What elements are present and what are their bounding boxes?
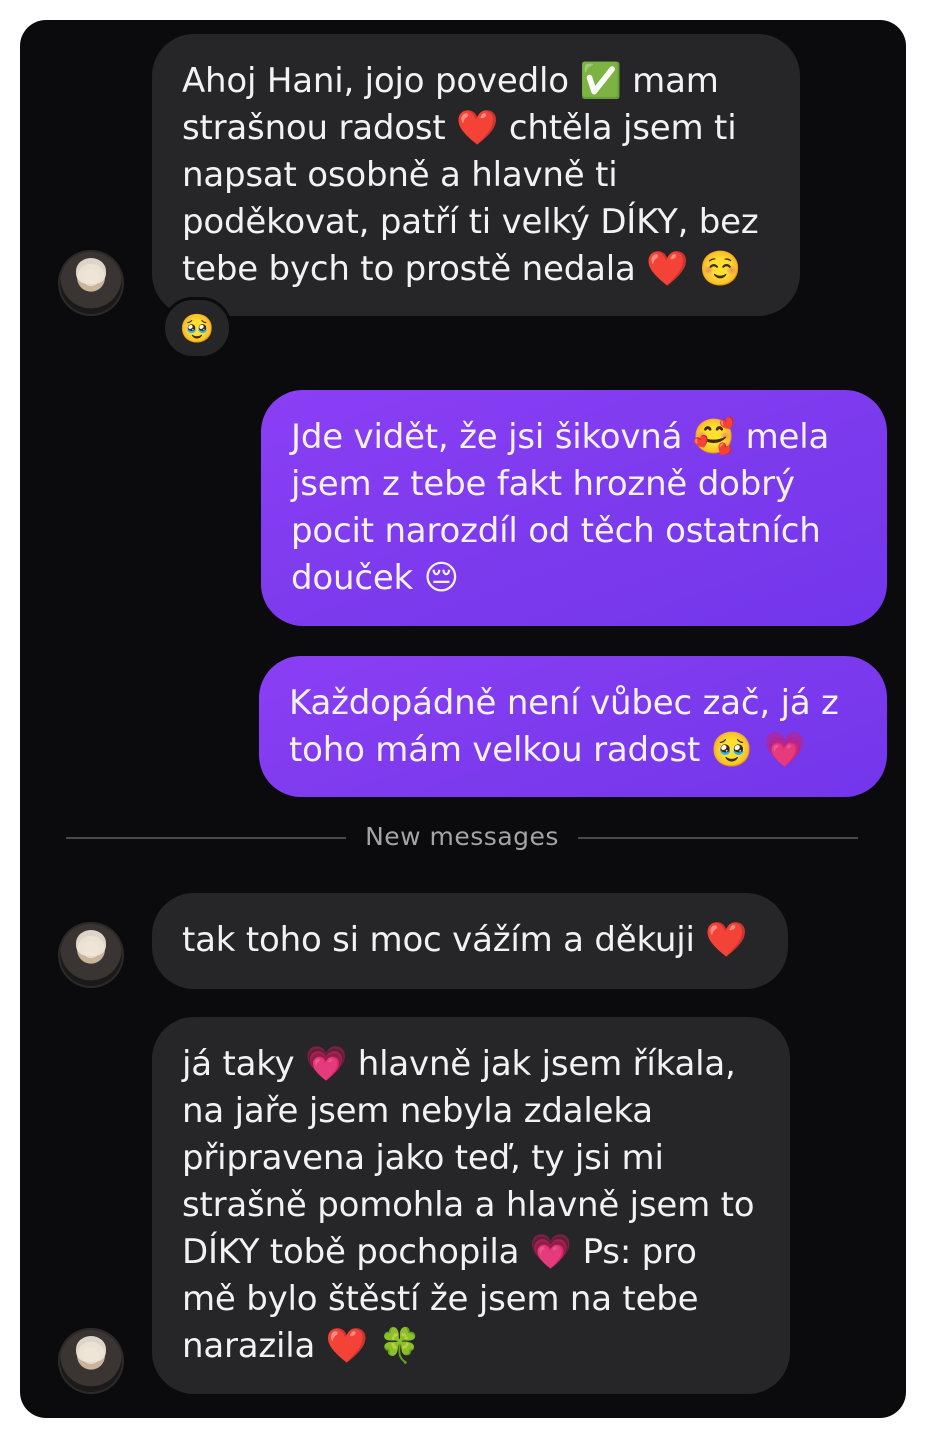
message-bubble-incoming[interactable]: tak toho si moc vážím a děkuji ❤️ bbox=[152, 893, 788, 989]
message-bubble-incoming[interactable]: já taky 💗 hlavně jak jsem říkala, na jař… bbox=[152, 1017, 790, 1394]
contact-avatar[interactable] bbox=[58, 1328, 124, 1394]
divider-line bbox=[578, 837, 858, 839]
contact-avatar[interactable] bbox=[58, 922, 124, 988]
message-bubble-outgoing[interactable]: Jde vidět, že jsi šikovná 🥰 mela jsem z … bbox=[261, 390, 887, 626]
new-messages-divider: New messages bbox=[66, 820, 858, 856]
message-bubble-incoming[interactable]: Ahoj Hani, jojo povedlo ✅ mam strašnou r… bbox=[152, 34, 800, 316]
chat-thread[interactable]: Ahoj Hani, jojo povedlo ✅ mam strašnou r… bbox=[20, 20, 906, 1418]
contact-avatar[interactable] bbox=[58, 250, 124, 316]
message-bubble-outgoing[interactable]: Každopádně není vůbec zač, já z toho mám… bbox=[259, 656, 887, 797]
reaction-emoji[interactable]: 🥹 bbox=[162, 297, 232, 359]
